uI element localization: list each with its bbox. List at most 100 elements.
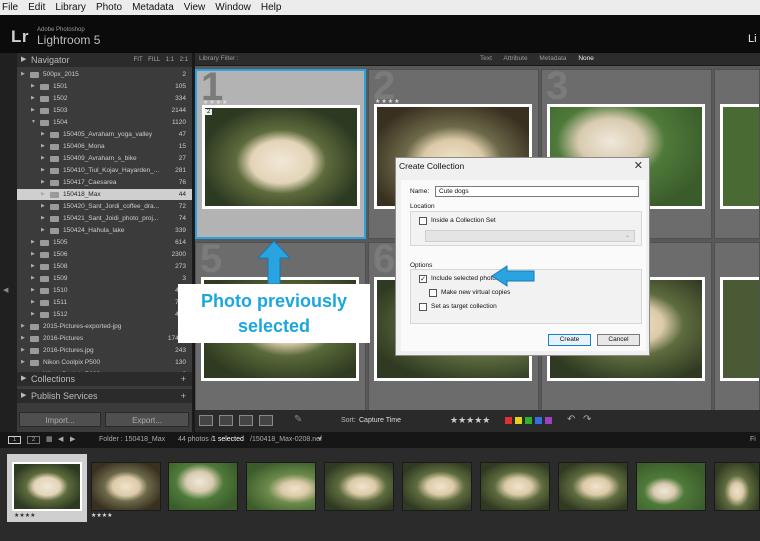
folder-row[interactable]: ▶ 500px_2015 2 <box>17 69 192 80</box>
grid-cell[interactable] <box>714 242 760 412</box>
folder-row[interactable]: ▶ 2016-Pictures.jpg 243 <box>17 345 192 356</box>
filter-metadata[interactable]: Metadata <box>539 55 566 62</box>
add-publish-service-icon[interactable]: + <box>181 389 186 403</box>
disclosure-icon[interactable]: ▶ <box>41 177 45 188</box>
folder-row[interactable]: ▶ 150418_Max 44 <box>17 189 192 200</box>
disclosure-icon[interactable]: ▶ <box>31 261 35 272</box>
disclosure-icon[interactable]: ▶ <box>41 189 45 200</box>
forward-arrow-icon[interactable]: ▶ <box>70 432 75 448</box>
menu-library[interactable]: Library <box>55 2 86 13</box>
folder-row[interactable]: ▶ 150406_Mona 15 <box>17 141 192 152</box>
navigator-zoom-options[interactable]: FIT FILL 1:1 2:1 <box>134 53 188 67</box>
disclosure-icon[interactable]: ▶ <box>41 213 45 224</box>
navigator-header[interactable]: ▶ Navigator FIT FILL 1:1 2:1 <box>17 53 192 67</box>
color-label-purple[interactable] <box>545 417 552 424</box>
disclosure-icon[interactable]: ▶ <box>31 273 35 284</box>
folder-row[interactable]: ▶ 1509 3 <box>17 273 192 284</box>
sort-select[interactable]: Capture Time <box>359 417 401 424</box>
folder-row[interactable]: ▶ 150417_Caesarea 76 <box>17 177 192 188</box>
folder-row[interactable]: ▶ 150420_Sant_Jordi_coffee_dra... 72 <box>17 201 192 212</box>
menu-photo[interactable]: Photo <box>96 2 122 13</box>
filmstrip-thumbnail[interactable] <box>12 462 82 511</box>
compare-view-icon[interactable] <box>239 415 253 426</box>
filter-none[interactable]: None <box>578 55 594 62</box>
filmstrip-thumbnail[interactable] <box>714 462 760 511</box>
create-button[interactable]: Create <box>548 334 591 346</box>
filmstrip-thumbnail[interactable] <box>558 462 628 511</box>
grid-cell-selected[interactable]: 1 ★★★★ 2 <box>195 69 366 239</box>
disclosure-icon[interactable]: ▶ <box>41 165 45 176</box>
disclosure-icon[interactable]: ▶ <box>31 297 35 308</box>
photo-thumbnail[interactable] <box>720 277 759 381</box>
grid-cell[interactable] <box>714 69 760 239</box>
collection-set-select[interactable]: ⌄ <box>425 230 635 242</box>
collection-name-input[interactable]: Cute dogs <box>435 186 639 197</box>
folder-row[interactable]: ▶ 1505 614 <box>17 237 192 248</box>
folder-row[interactable]: ▶ 1501 105 <box>17 81 192 92</box>
folder-row[interactable]: ▶ Nikon Coolpix P500 130 <box>17 357 192 368</box>
disclosure-icon[interactable]: ▶ <box>21 333 25 344</box>
filmstrip-thumbnail[interactable] <box>168 462 238 511</box>
disclosure-icon[interactable]: ▶ <box>31 237 35 248</box>
disclosure-icon[interactable]: ▶ <box>31 309 35 320</box>
filter-text[interactable]: Text <box>480 55 492 62</box>
collections-header[interactable]: ▶ Collections + <box>17 372 192 386</box>
filmstrip-thumbnail[interactable] <box>91 462 161 511</box>
folder-row[interactable]: ▶ 150410_Tiul_Kojav_Hayarden_... 281 <box>17 165 192 176</box>
publish-services-header[interactable]: ▶ Publish Services + <box>17 389 192 403</box>
disclosure-icon[interactable]: ▶ <box>21 345 25 356</box>
filmstrip-thumbnail[interactable] <box>324 462 394 511</box>
target-collection-checkbox[interactable] <box>419 303 427 311</box>
grid-view-icon[interactable] <box>199 415 213 426</box>
filmstrip-thumbnail[interactable] <box>246 462 316 511</box>
menu-help[interactable]: Help <box>261 2 282 13</box>
filmstrip-thumbnail[interactable] <box>480 462 550 511</box>
folder-row[interactable]: ▶ 150421_Sant_Joidi_photo_proj... 74 <box>17 213 192 224</box>
folder-row[interactable]: ▶ 1506 2300 <box>17 249 192 260</box>
filter-attribute[interactable]: Attribute <box>503 55 527 62</box>
folder-row[interactable]: ▶1512466 <box>17 309 192 320</box>
disclosure-icon[interactable]: ▶ <box>21 69 25 80</box>
filmstrip-thumbnail[interactable] <box>402 462 472 511</box>
menu-window[interactable]: Window <box>215 2 251 13</box>
disclosure-icon[interactable]: ▶ <box>31 105 35 116</box>
disclosure-icon[interactable]: ▶ <box>31 81 35 92</box>
folder-row[interactable]: ▶1510407 <box>17 285 192 296</box>
close-icon[interactable]: ✕ <box>634 159 643 172</box>
include-selected-checkbox[interactable]: ✓ <box>419 275 427 283</box>
folder-row[interactable]: ▶1511723 <box>17 297 192 308</box>
photo-thumbnail[interactable] <box>720 104 759 209</box>
rotate-right-icon[interactable]: ↷ <box>583 414 591 425</box>
disclosure-icon[interactable]: ▶ <box>41 153 45 164</box>
disclosure-icon[interactable]: ▶ <box>21 321 25 332</box>
filmstrip-thumbnail[interactable] <box>636 462 706 511</box>
disclosure-icon[interactable]: ▶ <box>31 285 35 296</box>
left-panel-edge[interactable]: ◀ <box>0 53 17 433</box>
back-arrow-icon[interactable]: ◀ <box>58 432 63 448</box>
color-label-green[interactable] <box>525 417 532 424</box>
survey-view-icon[interactable] <box>259 415 273 426</box>
disclosure-icon[interactable]: ▶ <box>31 93 35 104</box>
painter-icon[interactable]: ✎ <box>294 414 302 425</box>
menu-view[interactable]: View <box>184 2 206 13</box>
export-button[interactable]: Export... <box>105 412 189 427</box>
filter-label[interactable]: Fi <box>750 432 756 448</box>
folder-row[interactable]: ▶ 150409_Avraham_s_bike 27 <box>17 153 192 164</box>
page-1-button[interactable]: 1 <box>8 436 21 444</box>
rotate-left-icon[interactable]: ↶ <box>567 414 575 425</box>
color-label-red[interactable] <box>505 417 512 424</box>
disclosure-icon[interactable]: ▶ <box>41 201 45 212</box>
folder-row[interactable]: ▶ 150424_Hahula_lake 339 <box>17 225 192 236</box>
inside-set-checkbox[interactable] <box>419 217 427 225</box>
add-collection-icon[interactable]: + <box>181 372 186 386</box>
folder-row[interactable]: ▶ 1502 334 <box>17 93 192 104</box>
module-library[interactable]: Li <box>748 33 757 45</box>
page-2-button[interactable]: 2 <box>27 436 40 444</box>
loupe-view-icon[interactable] <box>219 415 233 426</box>
disclosure-icon[interactable]: ▶ <box>41 225 45 236</box>
rating-filter-stars[interactable]: ★★★★★ <box>450 415 490 426</box>
folder-row[interactable]: ▶ 1503 2144 <box>17 105 192 116</box>
cancel-button[interactable]: Cancel <box>597 334 640 346</box>
disclosure-icon[interactable]: ▼ <box>31 117 36 128</box>
chevron-down-icon[interactable]: ▾ <box>318 432 322 448</box>
